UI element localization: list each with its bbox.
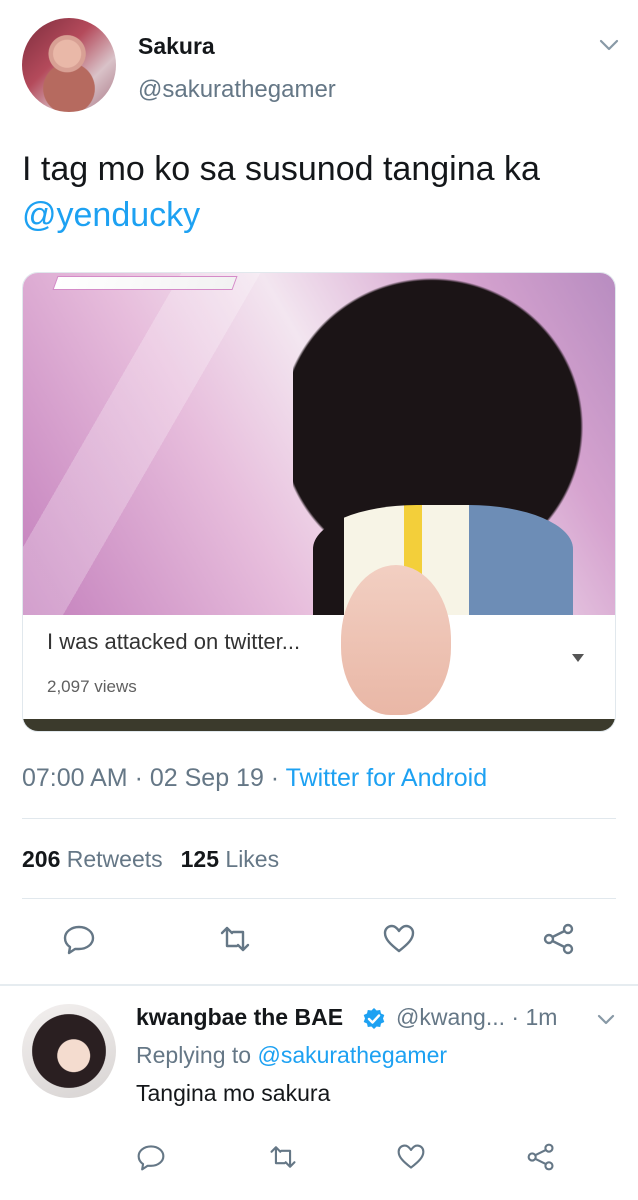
tweet-body: I tag mo ko sa susunod tangina ka — [22, 150, 540, 188]
tweet-text: I tag mo ko sa susunod tangina ka @yendu… — [22, 146, 622, 238]
author-avatar[interactable] — [22, 18, 116, 112]
replying-to-link[interactable]: @sakurathegamer — [257, 1042, 447, 1068]
share-icon[interactable] — [526, 1142, 556, 1172]
author-name[interactable]: Sakura — [138, 33, 215, 60]
retweets-count: 206 — [22, 846, 61, 872]
replying-to: Replying to @sakurathegamer — [136, 1042, 447, 1069]
reply-actions — [0, 1142, 638, 1176]
section-divider — [0, 984, 638, 986]
like-icon[interactable] — [382, 922, 416, 956]
tweet-actions — [0, 922, 638, 962]
tweet-date: 02 Sep 19 — [149, 764, 264, 792]
like-icon[interactable] — [396, 1142, 426, 1172]
dropdown-icon[interactable] — [571, 653, 585, 663]
reply-author-handle[interactable]: @kwang... — [396, 1004, 505, 1030]
tweet-stats: 206 Retweets 125 Likes — [22, 846, 279, 873]
verified-badge-icon — [363, 1008, 385, 1029]
reply-author-avatar[interactable] — [22, 1004, 116, 1098]
reply-text: Tangina mo sakura — [136, 1080, 331, 1106]
tweet-time: 07:00 AM — [22, 764, 128, 792]
retweets-label: Retweets — [66, 846, 163, 872]
likes-label: Likes — [225, 846, 280, 872]
chevron-down-icon[interactable] — [596, 1012, 616, 1028]
reply-author-meta: @kwang... · 1m — [396, 1004, 557, 1031]
divider — [22, 898, 616, 899]
divider — [22, 818, 616, 819]
reply-author-name[interactable]: kwangbae the BAE — [136, 1004, 343, 1031]
reply-time: 1m — [525, 1004, 558, 1030]
media-title: I was attacked on twitter... — [47, 629, 301, 654]
retweet-icon[interactable] — [218, 922, 252, 956]
mention-link[interactable]: @yenducky — [22, 196, 200, 234]
media-figure-face — [341, 565, 451, 715]
reply-icon[interactable] — [62, 922, 96, 956]
media-card[interactable]: I was attacked on twitter... 2,097 views — [22, 272, 616, 732]
tweet-meta: 07:00 AM · 02 Sep 19 · Twitter for Andro… — [22, 764, 487, 793]
retweet-icon[interactable] — [268, 1142, 298, 1172]
meta-separator: · — [127, 764, 150, 792]
replying-prefix: Replying to — [136, 1042, 258, 1068]
share-icon[interactable] — [542, 922, 576, 956]
likes-stat[interactable]: 125 Likes — [181, 846, 279, 872]
video-banner — [52, 276, 238, 290]
author-handle[interactable]: @sakurathegamer — [138, 76, 336, 104]
chevron-down-icon[interactable] — [598, 36, 620, 54]
meta-separator: · — [505, 1004, 526, 1030]
media-thumbnail[interactable] — [23, 273, 615, 715]
reply-icon[interactable] — [136, 1142, 166, 1172]
likes-count: 125 — [180, 846, 220, 872]
tweet-source[interactable]: Twitter for Android — [286, 764, 487, 792]
meta-separator: · — [263, 764, 286, 792]
media-views: 2,097 views — [47, 677, 137, 696]
media-bottom-bar — [23, 719, 615, 731]
retweets-stat[interactable]: 206 Retweets — [22, 846, 163, 872]
